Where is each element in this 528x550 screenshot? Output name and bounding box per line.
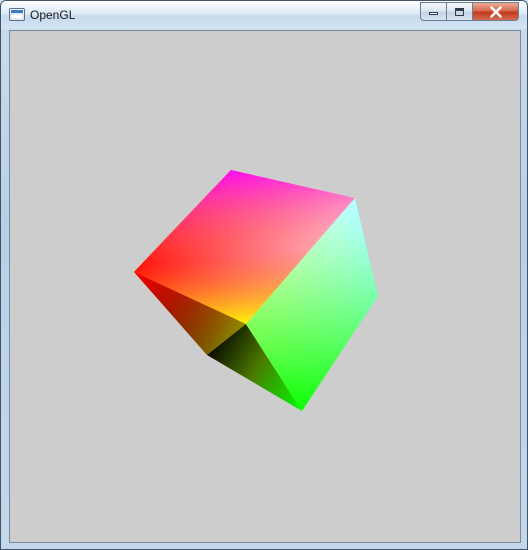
maximize-button[interactable] <box>446 2 473 21</box>
minimize-button[interactable] <box>420 2 447 21</box>
title-bar[interactable]: OpenGL <box>1 1 527 29</box>
opengl-window: OpenGL <box>0 0 528 550</box>
color-cube-render <box>134 170 378 411</box>
close-button[interactable] <box>472 2 519 21</box>
close-icon <box>489 5 502 18</box>
color-cube <box>134 170 378 411</box>
opengl-app-icon[interactable] <box>9 7 25 22</box>
maximize-icon <box>455 7 464 16</box>
minimize-icon <box>429 12 438 15</box>
opengl-viewport[interactable] <box>9 30 521 543</box>
window-title: OpenGL <box>30 8 76 22</box>
